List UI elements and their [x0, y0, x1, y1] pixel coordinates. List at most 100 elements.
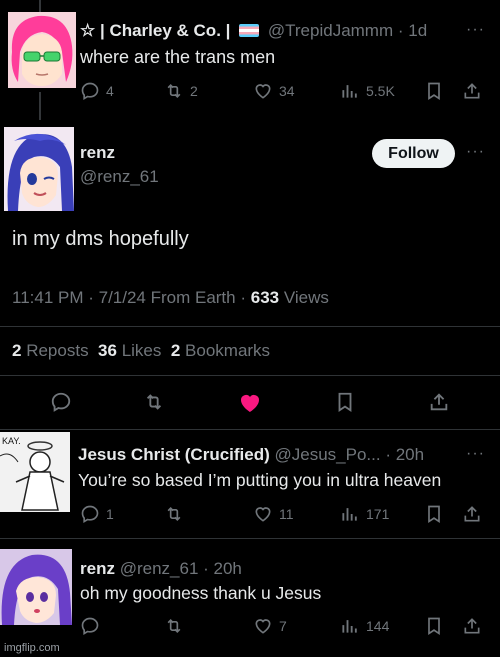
- bookmarks-stat[interactable]: 2 Bookmarks: [171, 341, 270, 360]
- watermark: imgflip.com: [4, 642, 60, 654]
- repost-button[interactable]: [143, 391, 165, 413]
- views-count: 5.5K: [366, 83, 395, 99]
- avatar-caption: KAY.: [2, 436, 21, 446]
- like-button[interactable]: 11: [253, 504, 294, 524]
- reply-button[interactable]: 1: [80, 504, 114, 524]
- bookmark-icon: [428, 617, 440, 636]
- reply-icon: [81, 82, 99, 100]
- bookmark-button[interactable]: [334, 391, 356, 413]
- avatar[interactable]: [0, 549, 72, 625]
- like-count: 34: [279, 83, 295, 99]
- repost-button[interactable]: [164, 504, 184, 524]
- display-name[interactable]: ☆ | Charley & Co. |: [80, 21, 230, 40]
- like-count: 7: [279, 618, 287, 634]
- tweet-text: You’re so based I’m putting you in ultra…: [78, 470, 442, 490]
- views-icon: [342, 508, 357, 521]
- like-button[interactable]: 34: [253, 81, 295, 101]
- thread-line-connector: [39, 92, 41, 120]
- bookmark-button[interactable]: [424, 504, 444, 524]
- share-button[interactable]: [462, 616, 482, 636]
- like-button[interactable]: 7: [253, 616, 287, 636]
- timestamp[interactable]: 20h: [396, 445, 424, 464]
- display-name[interactable]: Jesus Christ (Crucified): [78, 445, 270, 464]
- reply-icon: [81, 505, 99, 523]
- more-options-icon[interactable]: ···: [466, 143, 485, 161]
- handle[interactable]: @renz_61: [80, 167, 159, 187]
- share-button[interactable]: [462, 504, 482, 524]
- thread-line-top: [39, 0, 41, 12]
- repost-icon: [167, 83, 181, 99]
- bookmark-button[interactable]: [424, 81, 444, 101]
- avatar[interactable]: KAY.: [0, 432, 70, 512]
- trans-flag-icon: [239, 24, 260, 37]
- handle[interactable]: @TrepidJammm: [268, 21, 393, 40]
- bookmark-icon: [338, 392, 352, 412]
- views-button[interactable]: 171: [340, 504, 389, 524]
- display-name[interactable]: renz: [80, 559, 115, 578]
- bookmark-button[interactable]: [424, 616, 444, 636]
- share-button[interactable]: [428, 391, 450, 413]
- bookmark-icon: [428, 82, 440, 101]
- heart-icon: [255, 84, 271, 99]
- follow-button[interactable]: Follow: [372, 139, 455, 168]
- views-button[interactable]: 5.5K: [340, 81, 395, 101]
- heart-icon: [255, 507, 271, 522]
- tweet-timestamp[interactable]: 11:41 PM · 7/1/24 From Earth ·: [12, 288, 246, 307]
- likes-stat[interactable]: 36 Likes: [98, 341, 161, 360]
- share-button[interactable]: [462, 81, 482, 101]
- share-icon: [464, 618, 480, 634]
- divider: [0, 375, 500, 376]
- tweet-meta: 11:41 PM · 7/1/24 From Earth · 633 Views: [12, 288, 329, 308]
- views-icon: [342, 620, 357, 633]
- bookmarks-count: 2: [170, 341, 181, 360]
- views-label: Views: [283, 288, 329, 307]
- share-icon: [464, 506, 480, 522]
- reply-button[interactable]: [80, 616, 100, 636]
- views-count: 144: [366, 618, 390, 634]
- reply-count: 4: [106, 83, 114, 99]
- more-options-icon[interactable]: ···: [466, 21, 485, 39]
- bookmarks-label: Bookmarks: [185, 341, 271, 360]
- likes-label: Likes: [121, 341, 162, 360]
- tweet-text: where are the trans men: [80, 47, 276, 67]
- tweet1-header: ☆ | Charley & Co. | @TrepidJammm · 1d: [80, 21, 428, 40]
- like-button[interactable]: [238, 391, 262, 415]
- reply1-header: Jesus Christ (Crucified) @Jesus_Po... · …: [78, 445, 425, 464]
- repost-button[interactable]: [164, 616, 184, 636]
- reply-button[interactable]: [50, 391, 72, 413]
- divider: [0, 538, 500, 539]
- tweet-text: oh my goodness thank u Jesus: [80, 583, 322, 603]
- heart-icon: [255, 619, 271, 634]
- display-name[interactable]: renz: [80, 143, 115, 163]
- repost-icon: [167, 618, 181, 634]
- avatar[interactable]: [8, 12, 76, 88]
- like-count: 11: [279, 506, 294, 522]
- share-icon: [430, 393, 448, 411]
- repost-button[interactable]: 2: [164, 81, 198, 101]
- repost-icon: [167, 506, 181, 522]
- timestamp[interactable]: 20h: [214, 559, 242, 578]
- divider: [0, 429, 500, 430]
- timestamp[interactable]: 1d: [408, 21, 427, 40]
- handle[interactable]: @renz_61: [120, 559, 199, 578]
- reply-icon: [81, 617, 99, 635]
- avatar[interactable]: [4, 127, 74, 211]
- views-button[interactable]: 144: [340, 616, 389, 636]
- views-count: 171: [366, 506, 390, 522]
- repost-icon: [146, 394, 162, 410]
- reply-count: 1: [106, 506, 114, 522]
- share-icon: [464, 83, 480, 99]
- more-options-icon[interactable]: ···: [466, 445, 485, 463]
- reposts-label: Reposts: [26, 341, 89, 360]
- reply-button[interactable]: 4: [80, 81, 114, 101]
- views-count: 633: [250, 288, 280, 307]
- divider: [0, 326, 500, 327]
- reposts-stat[interactable]: 2 Reposts: [12, 341, 89, 360]
- engagement-stats: 2 Reposts 36 Likes 2 Bookmarks: [12, 341, 270, 361]
- heart-filled-icon: [241, 395, 259, 412]
- repost-count: 2: [190, 83, 198, 99]
- handle[interactable]: @Jesus_Po...: [275, 445, 381, 464]
- views-icon: [342, 85, 357, 98]
- bookmark-icon: [428, 505, 440, 524]
- reply2-header: renz @renz_61 · 20h: [80, 559, 242, 578]
